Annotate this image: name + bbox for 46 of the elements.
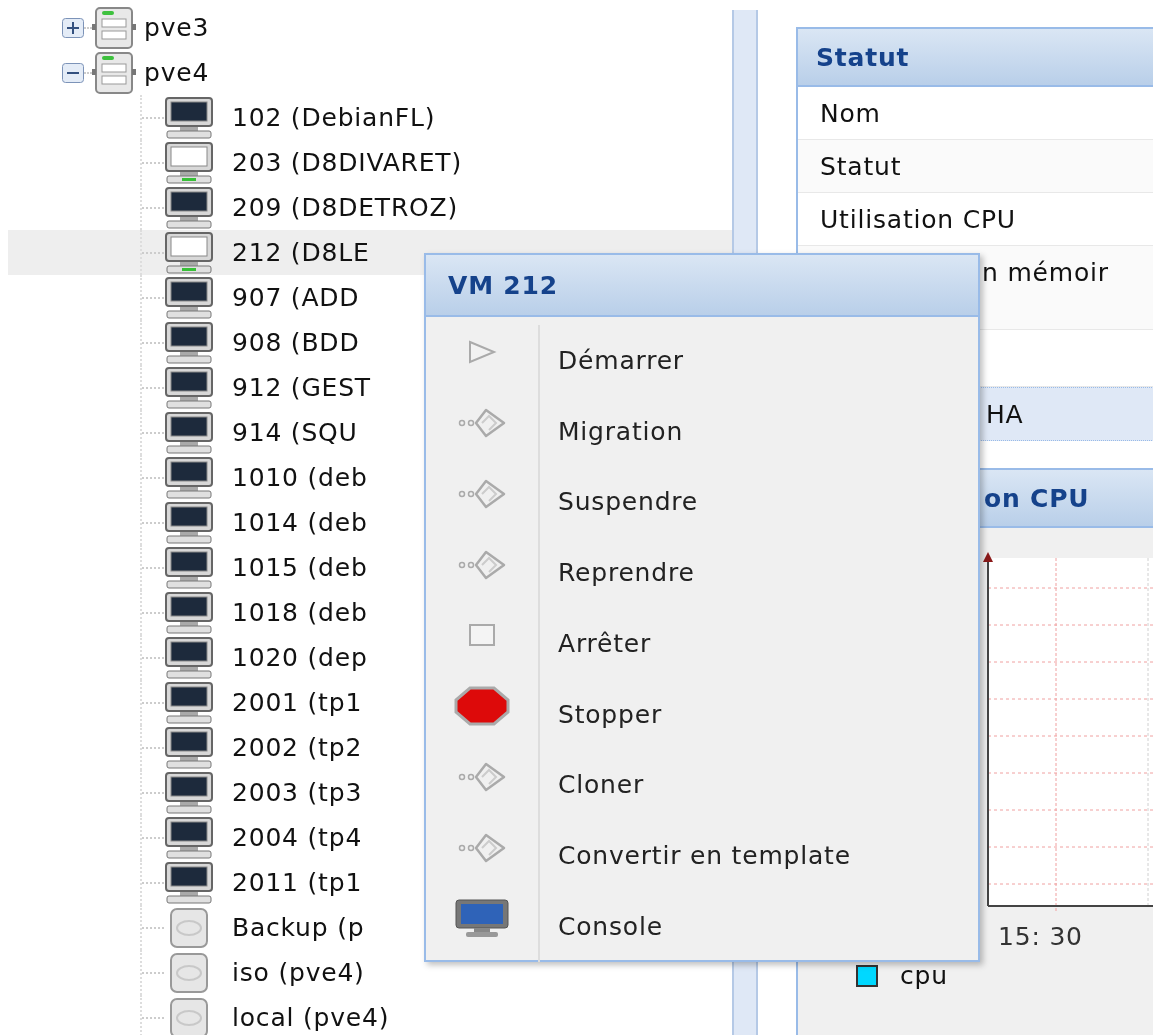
menu-item[interactable]: Suspendre bbox=[426, 466, 978, 538]
tree-item-label[interactable]: 209 (D8DETROZ) bbox=[232, 193, 459, 222]
menu-item[interactable]: Arrêter bbox=[426, 608, 978, 679]
row-label: n mémoir bbox=[981, 258, 1109, 287]
tree-item-label[interactable]: 2001 (tp1 bbox=[232, 688, 363, 717]
row-label: Utilisation CPU bbox=[820, 204, 1016, 234]
legend-label: cpu bbox=[900, 961, 948, 990]
expander-icon[interactable] bbox=[62, 62, 84, 83]
tree-item-label[interactable]: local (pve4) bbox=[232, 1003, 390, 1032]
stop-icon bbox=[454, 686, 510, 727]
tree-item-label[interactable]: 914 (SQU bbox=[232, 418, 358, 447]
menu-item[interactable]: Démarrer bbox=[426, 325, 978, 396]
tree-item-label[interactable]: 102 (DebianFL) bbox=[232, 103, 436, 132]
square-icon bbox=[467, 623, 497, 648]
tree-item-label[interactable]: Backup (p bbox=[232, 913, 365, 942]
menu-item[interactable]: Convertir en template bbox=[426, 820, 978, 891]
menu-item[interactable]: Cloner bbox=[426, 749, 978, 821]
tree-item-label[interactable]: 2002 (tp2 bbox=[232, 733, 363, 762]
tree-item-label[interactable]: 2003 (tp3 bbox=[232, 778, 363, 807]
row-label: Statut bbox=[820, 151, 902, 181]
tree-node-label[interactable]: pve4 bbox=[144, 58, 210, 87]
tree-item-label[interactable]: 1015 (deb bbox=[232, 553, 368, 582]
panel-header: Statut bbox=[798, 29, 1153, 87]
tree-item-label[interactable]: 1020 (dep bbox=[232, 643, 368, 672]
menu-item[interactable]: Console bbox=[426, 891, 978, 962]
expander-icon[interactable] bbox=[62, 17, 84, 38]
menu-item[interactable]: Reprendre bbox=[426, 537, 978, 608]
menu-item[interactable]: Stopper bbox=[426, 678, 978, 750]
tree-item-label[interactable]: 2004 (tp4 bbox=[232, 823, 363, 852]
monitor-icon bbox=[454, 898, 510, 939]
tree-item-label[interactable]: 1010 (deb bbox=[232, 463, 368, 492]
menu-item[interactable]: Migration bbox=[426, 395, 978, 467]
play-icon bbox=[467, 340, 497, 365]
tree-item-label[interactable]: 908 (BDD bbox=[232, 328, 360, 357]
server-icon bbox=[92, 5, 136, 50]
tree-item-label[interactable]: 912 (GEST bbox=[232, 373, 371, 402]
tree-item-label[interactable]: 1014 (deb bbox=[232, 508, 368, 537]
axis-label: 15: 30 bbox=[997, 922, 1084, 951]
tree-item-label[interactable]: 203 (D8DIVARET) bbox=[232, 148, 462, 177]
tree-node-label[interactable]: pve3 bbox=[144, 13, 210, 42]
tree-item-label[interactable]: iso (pve4) bbox=[232, 958, 365, 987]
tree-item-label[interactable]: 2011 (tp1 bbox=[232, 868, 363, 897]
tree-item-label[interactable]: 1018 (deb bbox=[232, 598, 368, 627]
row-label: Nom bbox=[820, 98, 881, 128]
tree-item-label[interactable]: 907 (ADD bbox=[232, 283, 360, 312]
server-icon bbox=[92, 50, 136, 95]
